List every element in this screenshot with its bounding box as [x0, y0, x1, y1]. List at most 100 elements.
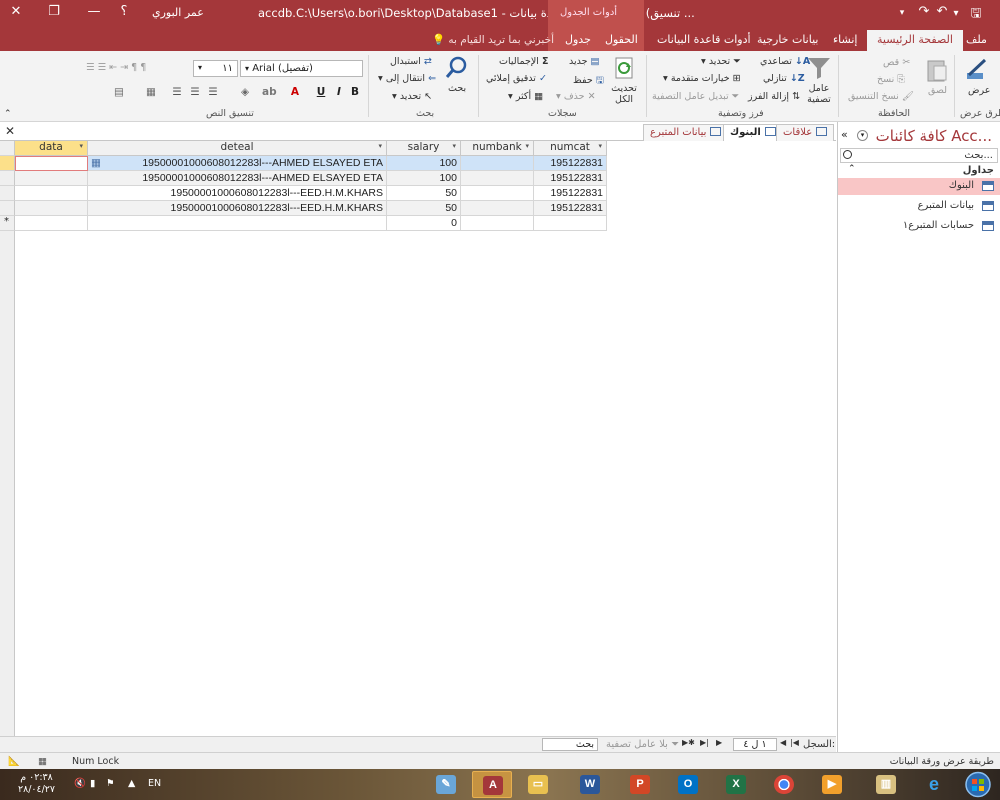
font-size-select[interactable]: ▾ ١١: [193, 60, 238, 77]
cell-data[interactable]: [15, 201, 88, 216]
advanced-filter-button[interactable]: ▾ خيارات متقدمة ⊞: [663, 73, 741, 84]
goto-button[interactable]: ▾ انتقال إلى ⇐: [378, 73, 436, 84]
taskbar-app-word[interactable]: W: [570, 771, 610, 798]
new-record-selector[interactable]: *: [0, 216, 15, 231]
align-right-icon[interactable]: ☰: [206, 86, 220, 98]
tell-me-box[interactable]: 💡 أخبرني بما تريد القيام به: [432, 33, 554, 46]
object-tab-relationships[interactable]: علاقات: [776, 124, 835, 141]
nav-item-donor-data[interactable]: بيانات المتبرع: [838, 198, 1000, 215]
delete-record-button[interactable]: ▾ حذف ✕: [556, 91, 596, 102]
filter-button[interactable]: عامل تصفية: [806, 83, 832, 105]
cell-data[interactable]: [15, 186, 88, 201]
cell-numcat[interactable]: 195122831: [534, 186, 607, 201]
nav-section-tables[interactable]: جداول: [963, 165, 994, 176]
nav-pane-menu-icon[interactable]: ▾: [857, 130, 868, 141]
filter-status[interactable]: بلا عامل تصفية ⏷: [606, 739, 679, 750]
select-all-corner[interactable]: [0, 141, 15, 156]
cell-deteal[interactable]: 19500001000608012283l---AHMED ELSAYED ET…: [88, 171, 387, 186]
select-button[interactable]: ▾ تحديد ↖: [392, 91, 432, 102]
paste-button[interactable]: لصق: [928, 85, 947, 96]
next-record-icon[interactable]: ▶: [716, 738, 722, 747]
signed-in-user[interactable]: عمر البوري: [152, 6, 204, 19]
align-left-icon[interactable]: ☰: [170, 86, 184, 98]
underline-button[interactable]: U: [314, 86, 328, 98]
gridlines-icon[interactable]: ▦: [144, 86, 158, 98]
cell-deteal[interactable]: 19500001000608012283l---EED.H.M.KHARS: [88, 201, 387, 216]
find-button[interactable]: بحث: [448, 83, 466, 94]
cell-salary[interactable]: 50: [387, 186, 461, 201]
cell-numcat[interactable]: [534, 216, 607, 231]
record-selector[interactable]: [0, 186, 15, 201]
customize-qat-icon[interactable]: ▾: [892, 8, 912, 18]
redo-icon[interactable]: ↷: [914, 4, 934, 19]
first-record-icon[interactable]: |◀: [790, 738, 799, 747]
bold-button[interactable]: B: [348, 86, 362, 98]
cell-deteal[interactable]: ▦ 19500001000608012283l---AHMED ELSAYED …: [88, 156, 387, 171]
column-dropdown-icon[interactable]: ▾: [598, 142, 602, 150]
taskbar-clock[interactable]: ٠٢:٣٨ م ٢٨/٠٤/٢٧: [18, 772, 55, 796]
tab-external-data[interactable]: بيانات خارجية: [757, 33, 818, 46]
record-selector[interactable]: [0, 156, 15, 171]
previous-record-icon[interactable]: ◀: [780, 738, 786, 747]
replace-button[interactable]: استبدال ⇄: [390, 56, 432, 67]
show-hidden-icons[interactable]: ▲: [128, 778, 135, 789]
remove-sort-button[interactable]: إزالة الفرز ⇅: [748, 91, 800, 102]
bullets-icon[interactable]: ☰: [98, 62, 107, 73]
taskbar-app-ie[interactable]: e: [914, 771, 954, 798]
cell-numcat[interactable]: 195122831: [534, 201, 607, 216]
action-center-icon[interactable]: ⚑: [106, 778, 115, 789]
calendar-icon[interactable]: ▦: [91, 157, 101, 169]
language-indicator[interactable]: EN: [148, 778, 161, 789]
taskbar-app-powerpoint[interactable]: P: [620, 771, 660, 798]
design-view-icon[interactable]: 📐: [8, 756, 20, 767]
search-records-input[interactable]: بحث: [542, 738, 598, 751]
cut-button[interactable]: قص ✂: [883, 57, 910, 68]
column-dropdown-icon[interactable]: ▾: [378, 142, 382, 150]
more-button[interactable]: ▾ أكثر ▦: [508, 91, 543, 102]
indent-increase-icon[interactable]: ⇥: [120, 62, 128, 73]
minimize-window-button[interactable]: —: [84, 4, 104, 19]
collapse-section-icon[interactable]: ⌃: [848, 164, 856, 174]
rtl-icon[interactable]: ¶: [131, 62, 137, 73]
view-button[interactable]: عرض: [968, 85, 990, 96]
tab-table[interactable]: جدول: [565, 33, 591, 46]
volume-icon[interactable]: 🔇: [74, 778, 86, 789]
tab-home[interactable]: الصفحة الرئيسية: [867, 30, 963, 51]
toggle-filter-button[interactable]: تبديل عامل التصفية ⏷: [652, 91, 739, 102]
column-header-numbank[interactable]: numbank ▾: [461, 141, 534, 156]
taskbar-app-explorer[interactable]: ▭: [518, 771, 558, 798]
format-painter-button[interactable]: نسخ التنسيق 🖌: [848, 91, 914, 102]
start-button[interactable]: [958, 770, 998, 799]
find-icon[interactable]: [444, 55, 470, 81]
help-button[interactable]: ؟: [114, 4, 134, 19]
column-dropdown-icon[interactable]: ▾: [525, 142, 529, 150]
taskbar-app-outlook[interactable]: O: [668, 771, 708, 798]
refresh-all-icon[interactable]: [612, 55, 638, 81]
indent-decrease-icon[interactable]: ⇤: [109, 62, 117, 73]
column-dropdown-icon[interactable]: ▾: [79, 142, 83, 150]
alt-row-color-icon[interactable]: ▤: [112, 86, 126, 98]
tab-file[interactable]: ملف: [966, 33, 987, 46]
column-header-salary[interactable]: salary ▾: [387, 141, 461, 156]
undo-dropdown-icon[interactable]: ▾: [946, 8, 966, 19]
datasheet-view-icon[interactable]: ▦: [38, 756, 47, 767]
nav-item-banks[interactable]: البنوك: [838, 178, 1000, 195]
align-center-icon[interactable]: ☰: [188, 86, 202, 98]
taskbar-app-libraries[interactable]: ▥: [866, 771, 906, 798]
restore-window-button[interactable]: ❐: [44, 4, 64, 19]
totals-button[interactable]: الإجماليات Σ: [499, 56, 548, 67]
tab-fields[interactable]: الحقول: [605, 33, 638, 46]
highlight-icon[interactable]: ab: [262, 86, 277, 98]
view-icon[interactable]: [964, 57, 990, 83]
cell-numbank[interactable]: [461, 171, 534, 186]
shutter-bar-close-icon[interactable]: «: [841, 128, 848, 141]
taskbar-app-access[interactable]: A: [472, 771, 512, 798]
cell-numbank[interactable]: [461, 216, 534, 231]
collapse-ribbon-icon[interactable]: ⌃: [4, 109, 12, 119]
taskbar-app-media-player[interactable]: ▶: [812, 771, 852, 798]
column-header-numcat[interactable]: numcat ▾: [534, 141, 607, 156]
cell-numbank[interactable]: [461, 186, 534, 201]
save-record-button[interactable]: حفظ 🖫: [573, 73, 604, 89]
cell-numbank[interactable]: [461, 201, 534, 216]
fill-color-icon[interactable]: ◈: [238, 86, 252, 98]
